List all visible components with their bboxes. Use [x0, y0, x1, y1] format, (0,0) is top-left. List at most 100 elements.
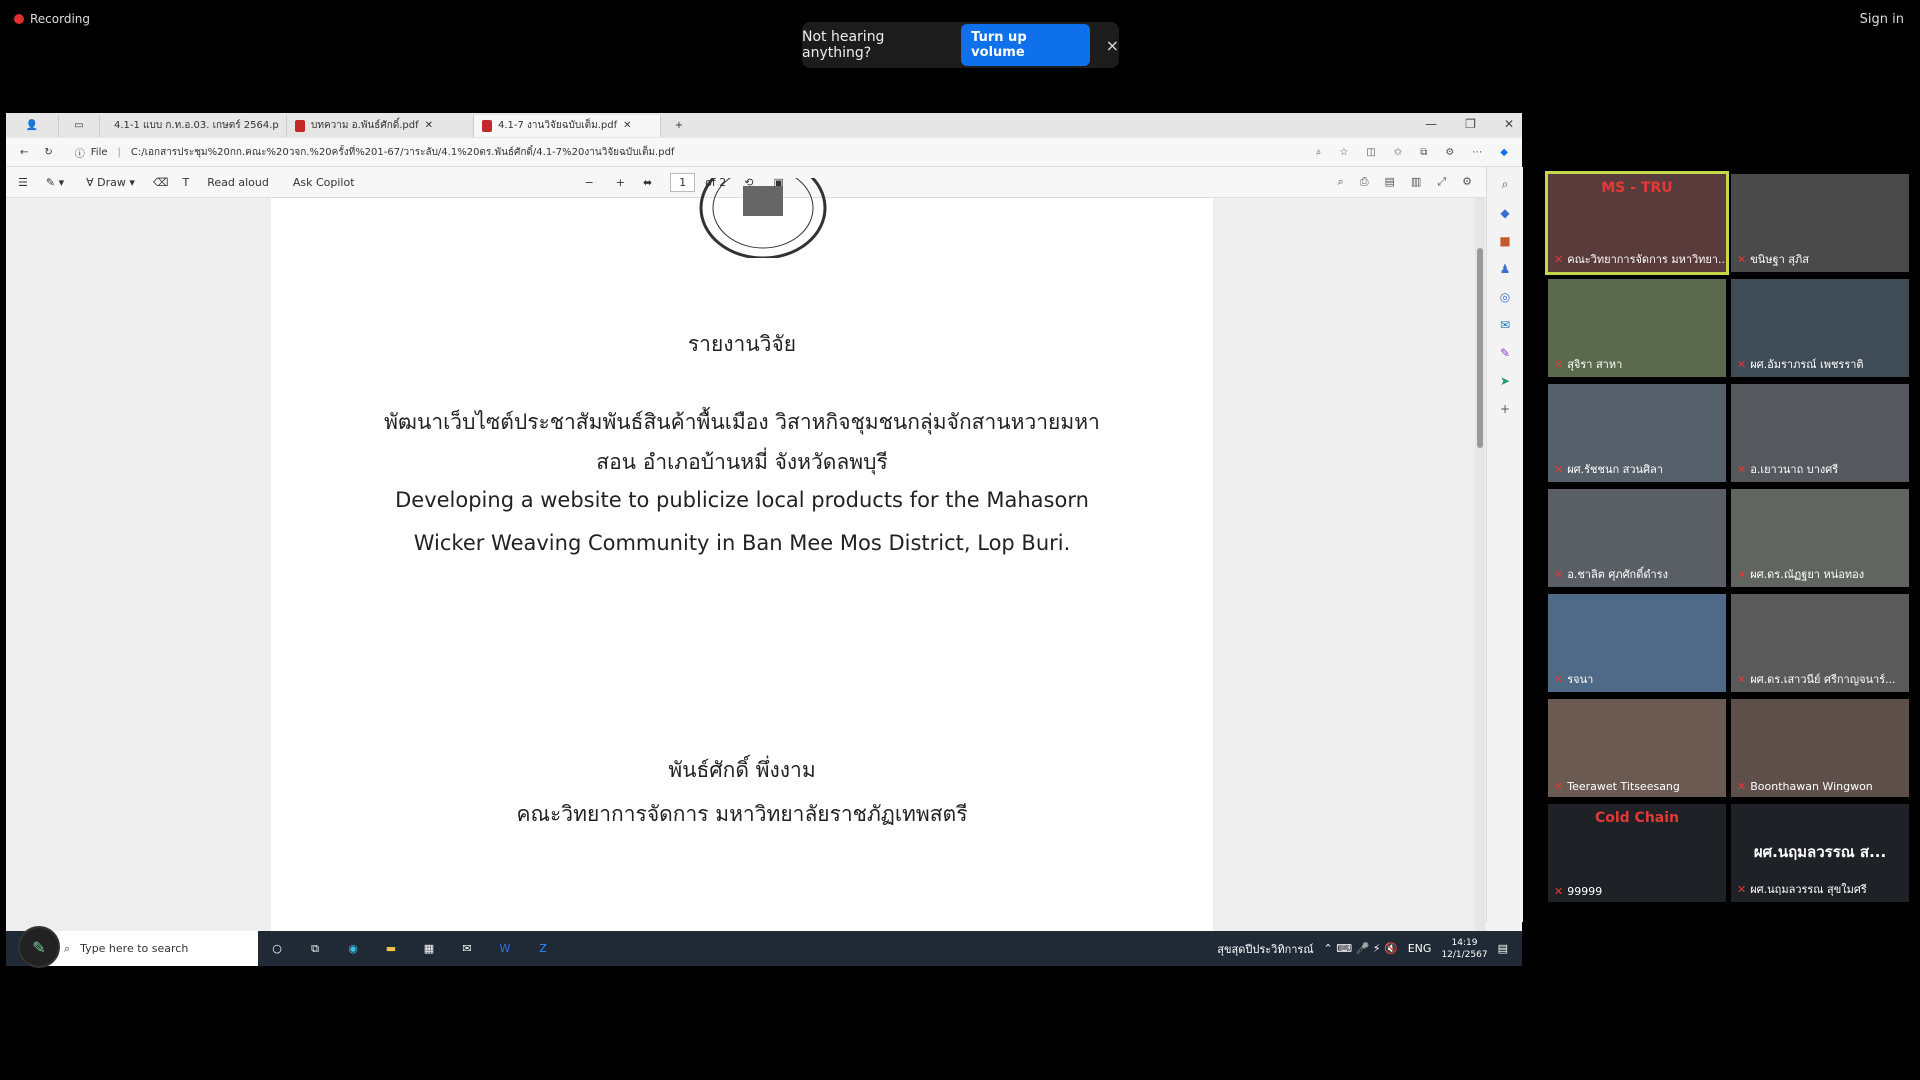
store-icon[interactable]: ▦	[410, 942, 448, 955]
ask-copilot-button[interactable]: Ask Copilot	[293, 176, 355, 189]
office-icon[interactable]: ◎	[1500, 290, 1510, 304]
read-aloud-button[interactable]: Read aloud	[207, 176, 269, 189]
sign-in-link[interactable]: Sign in	[1860, 12, 1904, 27]
notice-text: Not hearing anything?	[802, 29, 885, 61]
file-explorer-icon[interactable]: ▬	[372, 942, 410, 955]
text-icon[interactable]: T	[182, 176, 189, 189]
minimize-icon[interactable]: —	[1425, 117, 1437, 131]
mail-icon[interactable]: ✉	[448, 942, 486, 955]
participant-tile[interactable]: ผศ.นฤมลวรรณ ส... ✕ ผศ.นฤมลวรรณ สุขใมศรี	[1731, 804, 1909, 902]
participant-tile[interactable]: ✕ Teerawet Titseesang	[1548, 699, 1726, 797]
contents-icon[interactable]: ☰	[18, 176, 28, 189]
recording-indicator: Recording	[14, 12, 90, 26]
edge-icon[interactable]: ◉	[334, 942, 372, 955]
designer-icon[interactable]: ✎	[1500, 346, 1510, 360]
search-icon[interactable]: ⌕	[1338, 175, 1344, 189]
profile-icon[interactable]: 👤	[6, 114, 59, 137]
turn-up-volume-button[interactable]: Turn up volume	[961, 24, 1090, 66]
participant-name-label: ผศ.นฤมลวรรณ สุขใมศรี	[1750, 883, 1867, 896]
copilot-icon[interactable]: ◆	[1500, 147, 1508, 158]
participant-tile[interactable]: Cold Chain ✕ 99999	[1548, 804, 1726, 902]
fit-icon[interactable]: ⬌	[643, 176, 652, 189]
participant-name-label: ผศ.ดร.เสาวนีย์ ศรีกาญจนาร์...	[1750, 673, 1896, 686]
eraser-icon[interactable]: ⌫	[153, 176, 169, 189]
thai-title-line-2: สอน อำเภอบ้านหมี่ จังหวัดลพบุรี	[596, 450, 888, 474]
zoom-icon[interactable]: ⌕	[1316, 147, 1322, 158]
new-tab-icon[interactable]: +	[661, 115, 697, 137]
highlight-icon[interactable]: ✎ ▾	[46, 176, 64, 189]
search-icon[interactable]: ⌕	[1502, 177, 1509, 192]
settings-icon[interactable]: ⚙	[1462, 175, 1472, 189]
participant-tile[interactable]: ✕ ผศ.อัมราภรณ์ เพชรราติ	[1731, 279, 1909, 377]
participant-tile[interactable]: ✕ ผศ.ดร.ณัฏฐยา หน่อทอง	[1731, 489, 1909, 587]
back-icon[interactable]: ←	[20, 147, 28, 158]
pdf-page: รายงานวิจัย พัฒนาเว็บไซต์ประชาสัมพันธ์สิ…	[271, 178, 1213, 931]
windows-taskbar: ⌕ Type here to search ○ ⧉ ◉ ▬ ▦ ✉ W Z สุ…	[6, 931, 1522, 966]
taskbar-search[interactable]: ⌕ Type here to search	[44, 931, 258, 966]
participant-tile[interactable]: ✕ Boonthawan Wingwon	[1731, 699, 1909, 797]
annotate-pen-icon[interactable]: ✎	[18, 926, 60, 968]
participant-tile[interactable]: ✕ สุจิรา สาหา	[1548, 279, 1726, 377]
tab-actions-icon[interactable]: ▭	[59, 114, 100, 137]
send-icon[interactable]: ➤	[1500, 374, 1510, 388]
participant-thumbnail-text: Cold Chain	[1594, 810, 1680, 826]
close-icon[interactable]: ✕	[623, 120, 631, 131]
fullscreen-icon[interactable]: ⤢	[1437, 175, 1446, 189]
english-title-line-1: Developing a website to publicize local …	[395, 488, 1089, 512]
page-number-input[interactable]: 1	[670, 172, 696, 192]
participant-tile[interactable]: ✕ อ.เยาวนาถ บางศรี	[1731, 384, 1909, 482]
tray-icons[interactable]: ⌃ ⌨ 🎤 ⚡ 🔇	[1324, 942, 1398, 955]
notifications-icon[interactable]: ▤	[1498, 942, 1508, 955]
muted-mic-icon: ✕	[1737, 883, 1747, 896]
cortana-icon[interactable]: ○	[258, 942, 296, 955]
participant-tile[interactable]: ✕ รจนา	[1548, 594, 1726, 692]
outlook-icon[interactable]: ✉	[1500, 318, 1510, 332]
split-screen-icon[interactable]: ◫	[1366, 147, 1375, 158]
close-icon[interactable]: ✕	[425, 120, 433, 131]
audio-notice: Not hearing anything? Turn up volume ×	[802, 22, 1119, 68]
more-icon[interactable]: ⋯	[1472, 147, 1482, 158]
participant-name-label: สุจิรา สาหา	[1567, 358, 1623, 371]
word-icon[interactable]: W	[486, 942, 524, 955]
participant-tile[interactable]: MS - TRU ✕ คณะวิทยาการจัดการ มหาวิทยา...	[1545, 171, 1729, 275]
pdf-icon	[295, 119, 305, 132]
record-icon	[14, 14, 24, 24]
briefcase-icon[interactable]: ■	[1499, 234, 1510, 248]
extensions-icon[interactable]: ⚙	[1445, 147, 1454, 158]
close-icon[interactable]: ×	[1106, 36, 1119, 55]
window-controls: — ❐ ✕	[1425, 117, 1514, 131]
participant-tile[interactable]: ✕ อ.ชาลิต ศุภศักดิ์ดำรง	[1548, 489, 1726, 587]
save-as-icon[interactable]: ▥	[1411, 175, 1421, 189]
favorites-icon[interactable]: ✩	[1394, 147, 1402, 158]
browser-tab-1[interactable]: 4.1-1 แบบ ก.ท.อ.03. เกษตร์ 2564.p ✕	[100, 114, 287, 137]
tag-icon[interactable]: ◆	[1500, 206, 1509, 220]
close-window-icon[interactable]: ✕	[1504, 117, 1514, 131]
draw-button[interactable]: ∀ Draw ▾	[86, 176, 135, 189]
scrollbar-thumb[interactable]	[1477, 248, 1483, 448]
zoom-in-button[interactable]: +	[616, 176, 625, 189]
save-icon[interactable]: ▤	[1385, 175, 1395, 189]
language-indicator[interactable]: ENG	[1408, 942, 1432, 955]
edge-sidebar: ⌕ ◆ ■ ♟ ◎ ✉ ✎ ➤ +	[1486, 167, 1523, 922]
games-icon[interactable]: ♟	[1500, 262, 1511, 276]
zoom-out-button[interactable]: −	[585, 176, 594, 189]
restore-icon[interactable]: ❐	[1465, 117, 1476, 131]
browser-tab-3[interactable]: 4.1-7 งานวิจัยฉบับเต็ม.pdf ✕	[474, 114, 661, 137]
clock[interactable]: 14:19 12/1/2567	[1441, 937, 1487, 961]
task-view-icon[interactable]: ⧉	[296, 942, 334, 956]
participant-name: ✕ 99999	[1554, 885, 1602, 898]
zoom-icon[interactable]: Z	[524, 942, 562, 955]
print-icon[interactable]: ⎙	[1360, 175, 1369, 189]
favorite-icon[interactable]: ☆	[1339, 147, 1348, 158]
participant-tile[interactable]: ✕ ผศ.ดร.เสาวนีย์ ศรีกาญจนาร์...	[1731, 594, 1909, 692]
add-icon[interactable]: +	[1500, 402, 1510, 416]
collections-icon[interactable]: ⧉	[1420, 147, 1427, 158]
refresh-icon[interactable]: ↻	[44, 147, 52, 158]
address-url[interactable]: C:/เอกสารประชุม%20กก.คณะ%20วจก.%20ครั้งท…	[131, 145, 1131, 160]
muted-mic-icon: ✕	[1737, 673, 1747, 686]
browser-tab-2[interactable]: บทความ อ.พันธ์ศักดิ์.pdf ✕	[287, 114, 474, 137]
participant-tile[interactable]: ✕ ขนิษฐา สุภิส	[1731, 174, 1909, 272]
search-icon: ⌕	[64, 941, 71, 955]
tab-label: บทความ อ.พันธ์ศักดิ์.pdf	[311, 120, 419, 131]
participant-tile[interactable]: ✕ ผศ.รัชชนก สวนศิลา	[1548, 384, 1726, 482]
